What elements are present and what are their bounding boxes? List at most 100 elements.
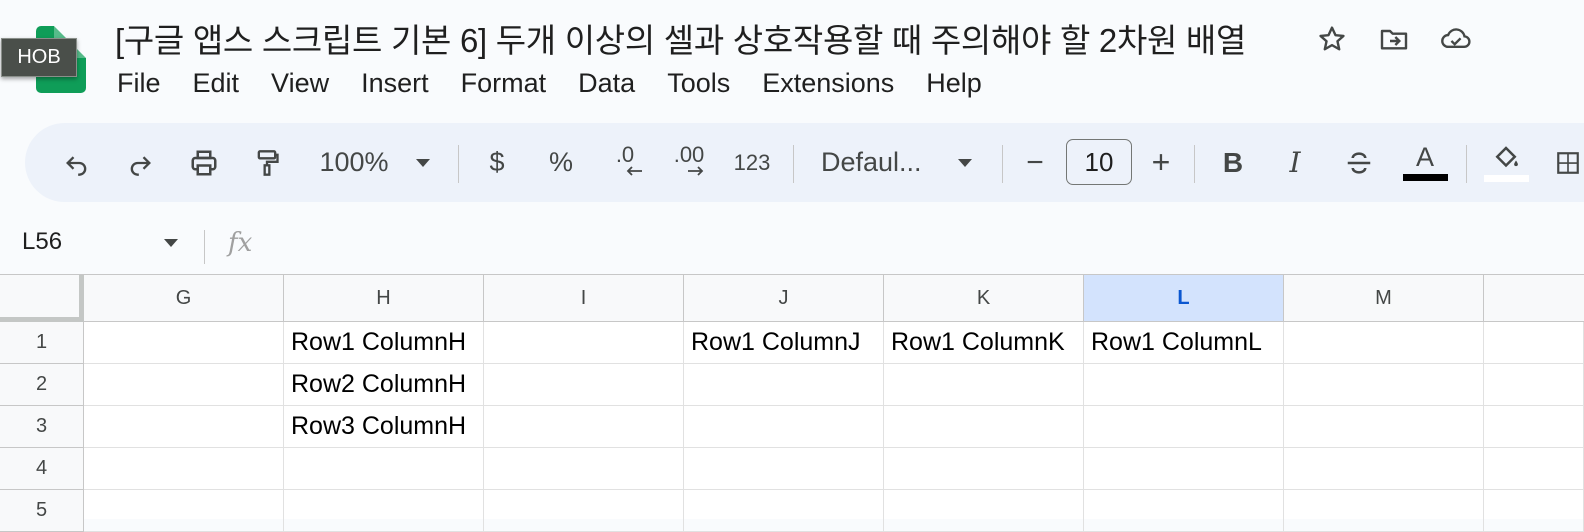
cell-m5[interactable] bbox=[1284, 490, 1484, 532]
menu-data[interactable]: Data bbox=[578, 66, 635, 101]
redo-icon bbox=[130, 155, 151, 176]
column-header-m[interactable]: M bbox=[1284, 275, 1484, 322]
row-header-2[interactable]: 2 bbox=[0, 364, 84, 406]
cell-k5[interactable] bbox=[884, 490, 1084, 532]
cell-n2[interactable] bbox=[1484, 364, 1584, 406]
menu-extensions[interactable]: Extensions bbox=[762, 66, 894, 101]
cell-l3[interactable] bbox=[1084, 406, 1284, 448]
row-header-3[interactable]: 3 bbox=[0, 406, 84, 448]
text-color-swatch bbox=[1402, 174, 1448, 181]
increase-font-size-button[interactable]: + bbox=[1147, 123, 1175, 202]
cell-h3[interactable]: Row3 ColumnH bbox=[284, 406, 484, 448]
increase-decimal-button[interactable]: .00 bbox=[665, 123, 713, 202]
currency-format-button[interactable]: $ bbox=[480, 123, 514, 202]
cell-g2[interactable] bbox=[84, 364, 284, 406]
move-to-folder-icon[interactable] bbox=[1377, 22, 1411, 56]
name-box[interactable]: L56 bbox=[22, 228, 62, 256]
percent-format-button[interactable]: % bbox=[543, 123, 579, 202]
currency-icon: $ bbox=[489, 147, 505, 177]
menu-insert[interactable]: Insert bbox=[361, 66, 429, 101]
cell-l4[interactable] bbox=[1084, 448, 1284, 490]
column-header-h[interactable]: H bbox=[284, 275, 484, 322]
column-header-j[interactable]: J bbox=[684, 275, 884, 322]
cell-h2[interactable]: Row2 ColumnH bbox=[284, 364, 484, 406]
borders-button[interactable] bbox=[1553, 123, 1583, 202]
cell-g3[interactable] bbox=[84, 406, 284, 448]
cell-i1[interactable] bbox=[484, 322, 684, 364]
bold-button[interactable]: B bbox=[1218, 123, 1248, 202]
name-box-dropdown-icon[interactable] bbox=[163, 238, 179, 248]
cell-m3[interactable] bbox=[1284, 406, 1484, 448]
cell-g4[interactable] bbox=[84, 448, 284, 490]
italic-button[interactable]: I bbox=[1280, 123, 1310, 202]
font-size-input[interactable]: 10 bbox=[1066, 139, 1132, 185]
print-button[interactable] bbox=[183, 123, 225, 202]
cell-m2[interactable] bbox=[1284, 364, 1484, 406]
cell-i5[interactable] bbox=[484, 490, 684, 532]
cell-j4[interactable] bbox=[684, 448, 884, 490]
row-header-5[interactable]: 5 bbox=[0, 490, 84, 532]
more-formats-button[interactable]: 123 bbox=[731, 123, 773, 202]
cell-j1[interactable]: Row1 ColumnJ bbox=[684, 322, 884, 364]
cell-k3[interactable] bbox=[884, 406, 1084, 448]
cell-j2[interactable] bbox=[684, 364, 884, 406]
text-color-button[interactable]: A bbox=[1402, 123, 1448, 202]
column-header-g[interactable]: G bbox=[84, 275, 284, 322]
print-icon bbox=[191, 150, 217, 175]
menu-view[interactable]: View bbox=[271, 66, 329, 101]
column-header-i[interactable]: I bbox=[484, 275, 684, 322]
document-title[interactable]: [구글 앱스 스크립트 기본 6] 두개 이상의 셀과 상호작용할 때 주의해야… bbox=[115, 14, 1246, 62]
undo-button[interactable] bbox=[57, 123, 97, 202]
cell-h1[interactable]: Row1 ColumnH bbox=[284, 322, 484, 364]
cell-i2[interactable] bbox=[484, 364, 684, 406]
row-header-4[interactable]: 4 bbox=[0, 448, 84, 490]
cell-n4[interactable] bbox=[1484, 448, 1584, 490]
cell-h4[interactable] bbox=[284, 448, 484, 490]
menu-help[interactable]: Help bbox=[926, 66, 982, 101]
fx-icon: fx bbox=[228, 228, 253, 258]
font-select[interactable]: Defaul... bbox=[821, 123, 941, 202]
font-dropdown-icon[interactable] bbox=[951, 123, 979, 202]
row-header-1[interactable]: 1 bbox=[0, 322, 84, 364]
zoom-select[interactable]: 100% bbox=[313, 123, 395, 202]
cell-h5[interactable] bbox=[284, 490, 484, 532]
paint-format-button[interactable] bbox=[247, 123, 287, 202]
column-header-k[interactable]: K bbox=[884, 275, 1084, 322]
cell-n3[interactable] bbox=[1484, 406, 1584, 448]
cell-k4[interactable] bbox=[884, 448, 1084, 490]
decrease-decimal-button[interactable]: .0 bbox=[603, 123, 647, 202]
cell-n1[interactable] bbox=[1484, 322, 1584, 364]
cell-l1[interactable]: Row1 ColumnL bbox=[1084, 322, 1284, 364]
menu-tools[interactable]: Tools bbox=[667, 66, 730, 101]
cell-j3[interactable] bbox=[684, 406, 884, 448]
cell-g1[interactable] bbox=[84, 322, 284, 364]
paint-bucket-icon bbox=[1495, 146, 1518, 168]
zoom-dropdown-icon[interactable] bbox=[409, 123, 437, 202]
cell-k1[interactable]: Row1 ColumnK bbox=[884, 322, 1084, 364]
cloud-saved-icon[interactable] bbox=[1439, 22, 1473, 56]
cell-i3[interactable] bbox=[484, 406, 684, 448]
menu-format[interactable]: Format bbox=[461, 66, 547, 101]
cell-i4[interactable] bbox=[484, 448, 684, 490]
percent-icon: % bbox=[548, 147, 573, 177]
cell-n5[interactable] bbox=[1484, 490, 1584, 532]
cell-g5[interactable] bbox=[84, 490, 284, 532]
column-header-n[interactable] bbox=[1484, 275, 1584, 322]
menu-edit[interactable]: Edit bbox=[193, 66, 240, 101]
toolbar-divider bbox=[1194, 145, 1195, 183]
select-all-corner[interactable] bbox=[0, 275, 84, 322]
redo-button[interactable] bbox=[120, 123, 160, 202]
column-header-l[interactable]: L bbox=[1084, 275, 1284, 322]
cell-l5[interactable] bbox=[1084, 490, 1284, 532]
cell-j5[interactable] bbox=[684, 490, 884, 532]
italic-icon: I bbox=[1289, 146, 1301, 179]
fill-color-button[interactable] bbox=[1483, 123, 1529, 202]
cell-l2[interactable] bbox=[1084, 364, 1284, 406]
menu-file[interactable]: File bbox=[117, 66, 161, 101]
star-icon[interactable] bbox=[1315, 22, 1349, 56]
cell-m4[interactable] bbox=[1284, 448, 1484, 490]
cell-m1[interactable] bbox=[1284, 322, 1484, 364]
decrease-font-size-button[interactable]: − bbox=[1021, 123, 1049, 202]
cell-k2[interactable] bbox=[884, 364, 1084, 406]
strikethrough-button[interactable] bbox=[1341, 123, 1377, 202]
